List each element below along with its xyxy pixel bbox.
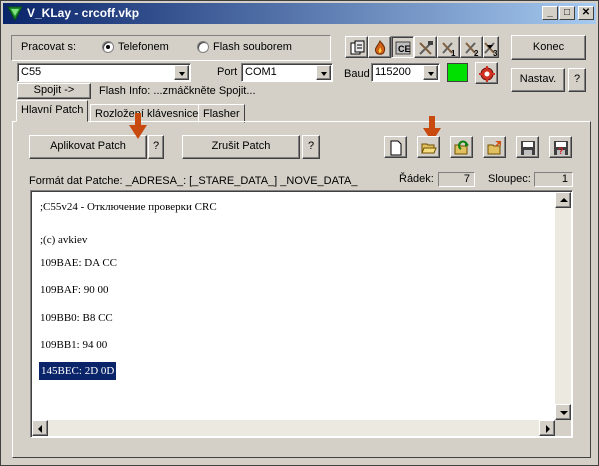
tool2-badge: 2 xyxy=(474,49,479,56)
mode-label: Pracovat s: xyxy=(21,41,77,53)
tools-dropdown-arrow[interactable] xyxy=(485,36,495,58)
connection-status-indicator xyxy=(447,63,468,82)
flame-tool-button[interactable] xyxy=(368,36,391,58)
reload-button[interactable] xyxy=(450,136,473,158)
column-label: Sloupec: xyxy=(488,173,531,185)
row-value: 7 xyxy=(438,172,475,187)
reset-button[interactable] xyxy=(475,62,498,84)
chevron-down-icon xyxy=(487,45,493,49)
scroll-up-icon[interactable] xyxy=(555,192,571,208)
cancel-patch-button[interactable]: Zrušit Patch xyxy=(182,135,300,159)
port-value: COM1 xyxy=(245,66,277,78)
tab-main-patch[interactable]: Hlavní Patch xyxy=(16,100,89,122)
clipboard-icon xyxy=(350,40,365,55)
maximize-button[interactable]: □ xyxy=(559,6,575,20)
scroll-left-icon[interactable] xyxy=(32,420,48,436)
tools-2-icon: 2 xyxy=(465,42,479,56)
phone-model-value: C55 xyxy=(21,66,42,78)
window-title: V_KLay - crcoff.vkp xyxy=(27,6,140,20)
tools-2-button[interactable]: 2 xyxy=(460,36,483,58)
settings-button[interactable]: Nastav. xyxy=(511,68,565,92)
floppy-disk-icon xyxy=(521,141,535,155)
vertical-scrollbar[interactable] xyxy=(555,192,571,420)
close-button[interactable]: ✕ xyxy=(578,6,594,20)
patch-editor[interactable]: ;C55v24 - Отключение проверки CRC ;(c) a… xyxy=(30,190,573,438)
wrench-hammer-icon xyxy=(419,41,433,55)
export-button[interactable] xyxy=(483,136,506,158)
tool1-badge: 1 xyxy=(451,49,456,56)
row-label: Řádek: xyxy=(399,173,434,185)
save-as-button[interactable]: ? xyxy=(549,136,572,158)
baud-combo[interactable]: 115200 xyxy=(371,63,440,82)
folder-arrow-icon xyxy=(487,141,501,155)
phone-model-combo[interactable]: C55 xyxy=(17,63,191,82)
tools-button[interactable] xyxy=(414,36,437,58)
horizontal-scrollbar[interactable] xyxy=(32,420,555,436)
phone-option-label[interactable]: Telefonem xyxy=(118,41,169,53)
refresh-folder-icon xyxy=(454,140,469,155)
baud-label: Baud xyxy=(344,68,370,80)
new-file-icon xyxy=(390,140,402,156)
connect-button[interactable]: Spojit -> xyxy=(17,83,91,99)
editor-line[interactable]: 109BB1: 94 00 xyxy=(40,338,107,352)
app-logo-icon xyxy=(7,6,23,21)
editor-line[interactable]: ;C55v24 - Отключение проверки CRC xyxy=(40,200,217,214)
chevron-down-icon[interactable] xyxy=(423,65,438,80)
editor-line[interactable]: 109BAF: 90 00 xyxy=(40,283,108,297)
chevron-down-icon[interactable] xyxy=(316,65,331,80)
editor-line-selected[interactable]: 145BEC: 2D 0D xyxy=(39,362,117,380)
patch-format-text: Formát dat Patche: _ADRESA_: [_STARE_DAT… xyxy=(29,175,358,187)
tools-1-icon: 1 xyxy=(442,42,456,56)
svg-text:CE: CE xyxy=(398,44,411,54)
save-button[interactable] xyxy=(516,136,539,158)
flame-icon xyxy=(375,40,386,55)
editor-line[interactable]: 109BAE: DA CC xyxy=(40,256,117,270)
editor-line[interactable]: ;(c) avkiev xyxy=(40,233,87,247)
chevron-down-icon[interactable] xyxy=(174,65,189,80)
open-folder-icon xyxy=(421,143,437,154)
editor-line[interactable]: 109BB0: B8 CC xyxy=(40,311,113,325)
tools-1-button[interactable]: 1 xyxy=(437,36,460,58)
scroll-down-icon[interactable] xyxy=(555,404,571,420)
scrollbar-corner xyxy=(555,420,571,436)
baud-value: 115200 xyxy=(375,66,411,78)
column-value: 1 xyxy=(534,172,573,187)
open-file-button[interactable] xyxy=(417,136,440,158)
cancel-patch-help-button[interactable]: ? xyxy=(302,135,320,159)
port-label: Port xyxy=(217,66,238,78)
scroll-right-icon[interactable] xyxy=(539,420,555,436)
annotation-arrow-icon xyxy=(129,113,147,139)
apply-patch-help-button[interactable]: ? xyxy=(148,135,164,159)
app-window: V_KLay - crcoff.vkp _ □ ✕ Pracovat s: Te… xyxy=(0,0,599,466)
title-bar[interactable]: V_KLay - crcoff.vkp _ □ ✕ xyxy=(3,3,596,24)
flash-file-option-label[interactable]: Flash souborem xyxy=(213,41,292,53)
exit-button[interactable]: Konec xyxy=(511,35,586,60)
flash-file-radio[interactable] xyxy=(197,41,209,53)
floppy-question-icon: ? xyxy=(554,141,568,156)
phone-radio[interactable] xyxy=(102,41,114,53)
help-button[interactable]: ? xyxy=(568,68,586,92)
svg-text:?: ? xyxy=(558,146,564,156)
gear-icon xyxy=(479,66,495,82)
flash-info-text: Flash Info: ...zmáčkněte Spojit... xyxy=(99,85,256,97)
minimize-button[interactable]: _ xyxy=(542,6,558,20)
ce-mark-icon: CE xyxy=(395,41,411,55)
ce-tool-button[interactable]: CE xyxy=(391,36,414,58)
copy-tool-button[interactable] xyxy=(345,36,368,58)
port-combo[interactable]: COM1 xyxy=(241,63,333,82)
new-file-button[interactable] xyxy=(384,136,407,158)
